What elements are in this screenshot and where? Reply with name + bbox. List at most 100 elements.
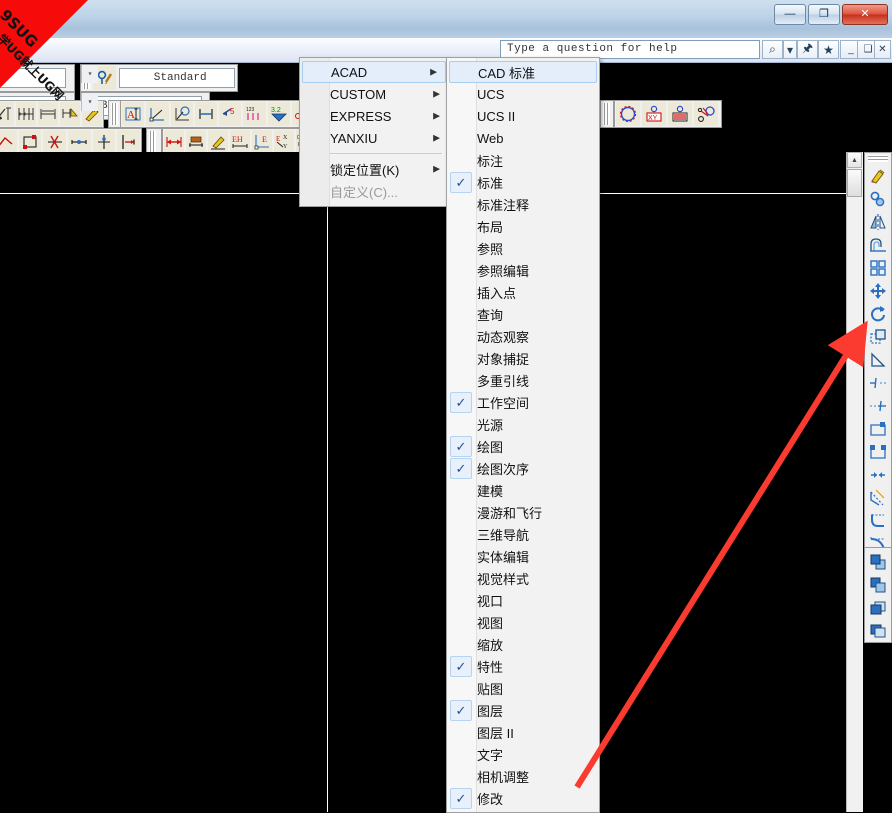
toolbar-menu-item[interactable]: 文字 xyxy=(447,743,599,765)
toolbar-grip[interactable] xyxy=(149,131,156,153)
dimension-align-icon[interactable] xyxy=(146,102,168,126)
extend-icon[interactable] xyxy=(866,394,890,417)
toolbar-menu-item[interactable]: ✓工作空间 xyxy=(447,391,599,413)
dim-eh-icon[interactable]: EH xyxy=(230,130,250,154)
edit-polyline-icon[interactable] xyxy=(0,130,17,154)
chevron-down-icon[interactable]: ▾ xyxy=(783,40,797,59)
minimize-button[interactable]: — xyxy=(774,4,806,25)
dimension-height-icon[interactable] xyxy=(195,102,217,126)
toolbar-menu-item[interactable]: CAD 标准 xyxy=(449,61,597,83)
dim-ex-icon[interactable]: E X Y xyxy=(274,130,294,154)
restore-button[interactable]: ❐ xyxy=(808,4,840,25)
menu-item-express[interactable]: EXPRESS▶ xyxy=(300,105,448,127)
toolbar-menu-item[interactable]: 参照 xyxy=(447,237,599,259)
align-right-icon[interactable] xyxy=(117,130,140,154)
search-icon[interactable]: ⌕ xyxy=(762,40,783,59)
menu-item--k-[interactable]: 锁定位置(K)▶ xyxy=(300,158,448,180)
vertical-scrollbar[interactable]: ▲ xyxy=(846,152,863,812)
table-lines-icon[interactable] xyxy=(668,102,692,126)
toolbar-menu-item[interactable]: ✓图层 xyxy=(447,699,599,721)
break-line-icon[interactable] xyxy=(93,130,116,154)
circle-dashed-icon[interactable] xyxy=(616,102,640,126)
rectangle-edit-icon[interactable] xyxy=(19,130,42,154)
toolbar-menu-item[interactable]: 漫游和飞行 xyxy=(447,501,599,523)
fillet-icon[interactable] xyxy=(866,509,890,532)
toolbar-grip[interactable] xyxy=(111,103,118,125)
toolbar-menu-item[interactable]: ✓标准 xyxy=(447,171,599,193)
toolbar-grip[interactable] xyxy=(603,103,610,125)
toolbar-menu-item[interactable]: ✓特性 xyxy=(447,655,599,677)
toolbar-menu-item[interactable]: UCS xyxy=(447,83,599,105)
toolbar-menu-item[interactable]: 参照编辑 xyxy=(447,259,599,281)
toolbar-menu-item[interactable]: 光源 xyxy=(447,413,599,435)
toolbar-menu-item[interactable]: 缩放 xyxy=(447,633,599,655)
break-icon[interactable] xyxy=(866,440,890,463)
star-icon[interactable]: ★ xyxy=(818,40,839,59)
erase-icon[interactable] xyxy=(866,164,890,187)
dim-le-icon[interactable]: E xyxy=(252,130,272,154)
drawing-canvas[interactable] xyxy=(0,152,846,812)
mirror-icon[interactable] xyxy=(866,210,890,233)
array-icon[interactable] xyxy=(866,256,890,279)
send-under-object-icon[interactable] xyxy=(866,619,890,642)
toolbar-menu-item[interactable]: 贴图 xyxy=(447,677,599,699)
scrollbar-thumb[interactable] xyxy=(847,169,862,197)
toolbar-menu-item[interactable]: 视图 xyxy=(447,611,599,633)
close-button[interactable]: ✕ xyxy=(842,4,888,25)
toolbar-menu-item[interactable]: 实体编辑 xyxy=(447,545,599,567)
bring-to-front-icon[interactable] xyxy=(866,550,890,573)
toolbar-menu-item[interactable]: 相机调整 xyxy=(447,765,599,787)
acad-toolbars-submenu[interactable]: CAD 标准UCSUCS IIWeb标注✓标准标准注释布局参照参照编辑插入点查询… xyxy=(446,57,600,813)
toolbar-grip[interactable] xyxy=(868,155,888,162)
dimension-style-icon[interactable] xyxy=(60,102,80,126)
text-style-icon[interactable] xyxy=(93,66,117,90)
toolbar-menu-item[interactable]: UCS II xyxy=(447,105,599,127)
dimension-baseline-icon[interactable] xyxy=(38,102,58,126)
copy-object-icon[interactable] xyxy=(866,187,890,210)
rotate-icon[interactable] xyxy=(866,302,890,325)
object-link-icon[interactable] xyxy=(694,102,718,126)
toolbar-menu-item[interactable]: 查询 xyxy=(447,303,599,325)
toolbar-menu-item[interactable]: 对象捕捉 xyxy=(447,347,599,369)
dim-hatch-icon[interactable] xyxy=(186,130,206,154)
xy-coordinate-icon[interactable]: XY xyxy=(642,102,666,126)
doc-close-button[interactable]: ✕ xyxy=(874,40,891,59)
break-at-point-icon[interactable] xyxy=(866,417,890,440)
toolbar-menu-item[interactable]: 三维导航 xyxy=(447,523,599,545)
send-to-back-icon[interactable] xyxy=(866,573,890,596)
toolbar-menu-item[interactable]: 标注 xyxy=(447,149,599,171)
scroll-up-arrow-icon[interactable]: ▲ xyxy=(847,152,862,168)
dim-edit-pencil-icon[interactable] xyxy=(208,130,228,154)
toolbar-menu-item[interactable]: 视觉样式 xyxy=(447,567,599,589)
trim-icon[interactable] xyxy=(866,371,890,394)
dimension-leader-icon[interactable]: 5 xyxy=(219,102,241,126)
toolbar-menu-item[interactable]: 标准注释 xyxy=(447,193,599,215)
toolbar-context-menu[interactable]: ACAD▶CUSTOM▶EXPRESS▶YANXIU▶锁定位置(K)▶自定义(C… xyxy=(299,57,449,207)
menu-item-yanxiu[interactable]: YANXIU▶ xyxy=(300,127,448,149)
dimension-linear-icon[interactable] xyxy=(0,102,14,126)
globe-icon[interactable]: 🖈 xyxy=(797,40,818,59)
lengthen-icon[interactable] xyxy=(68,130,91,154)
stretch-icon[interactable] xyxy=(866,348,890,371)
dimension-text-edit-icon[interactable]: A xyxy=(122,102,144,126)
dim-arrows-icon[interactable] xyxy=(164,130,184,154)
bring-above-object-icon[interactable] xyxy=(866,596,890,619)
dimension-radius-icon[interactable] xyxy=(171,102,193,126)
move-icon[interactable] xyxy=(866,279,890,302)
toolbar-menu-item[interactable]: 视口 xyxy=(447,589,599,611)
toolbar-menu-item[interactable]: ✓绘图 xyxy=(447,435,599,457)
dimension-number-icon[interactable]: 123 xyxy=(243,102,265,126)
dimension-edit-text-icon[interactable]: A xyxy=(82,102,102,126)
toolbar-menu-item[interactable]: 动态观察 xyxy=(447,325,599,347)
menu-item-custom[interactable]: CUSTOM▶ xyxy=(300,83,448,105)
menu-item-acad[interactable]: ACAD▶ xyxy=(302,61,446,83)
offset-icon[interactable] xyxy=(866,233,890,256)
chamfer-icon[interactable] xyxy=(866,486,890,509)
trim-extend-icon[interactable] xyxy=(43,130,66,154)
toolbar-menu-item[interactable]: 布局 xyxy=(447,215,599,237)
scale-icon[interactable] xyxy=(866,325,890,348)
dimension-continue-icon[interactable] xyxy=(16,102,36,126)
toolbar-menu-item[interactable]: ✓绘图次序 xyxy=(447,457,599,479)
toolbar-menu-item[interactable]: 图层 II xyxy=(447,721,599,743)
dimension-update-icon[interactable]: 3.2 xyxy=(268,102,290,126)
